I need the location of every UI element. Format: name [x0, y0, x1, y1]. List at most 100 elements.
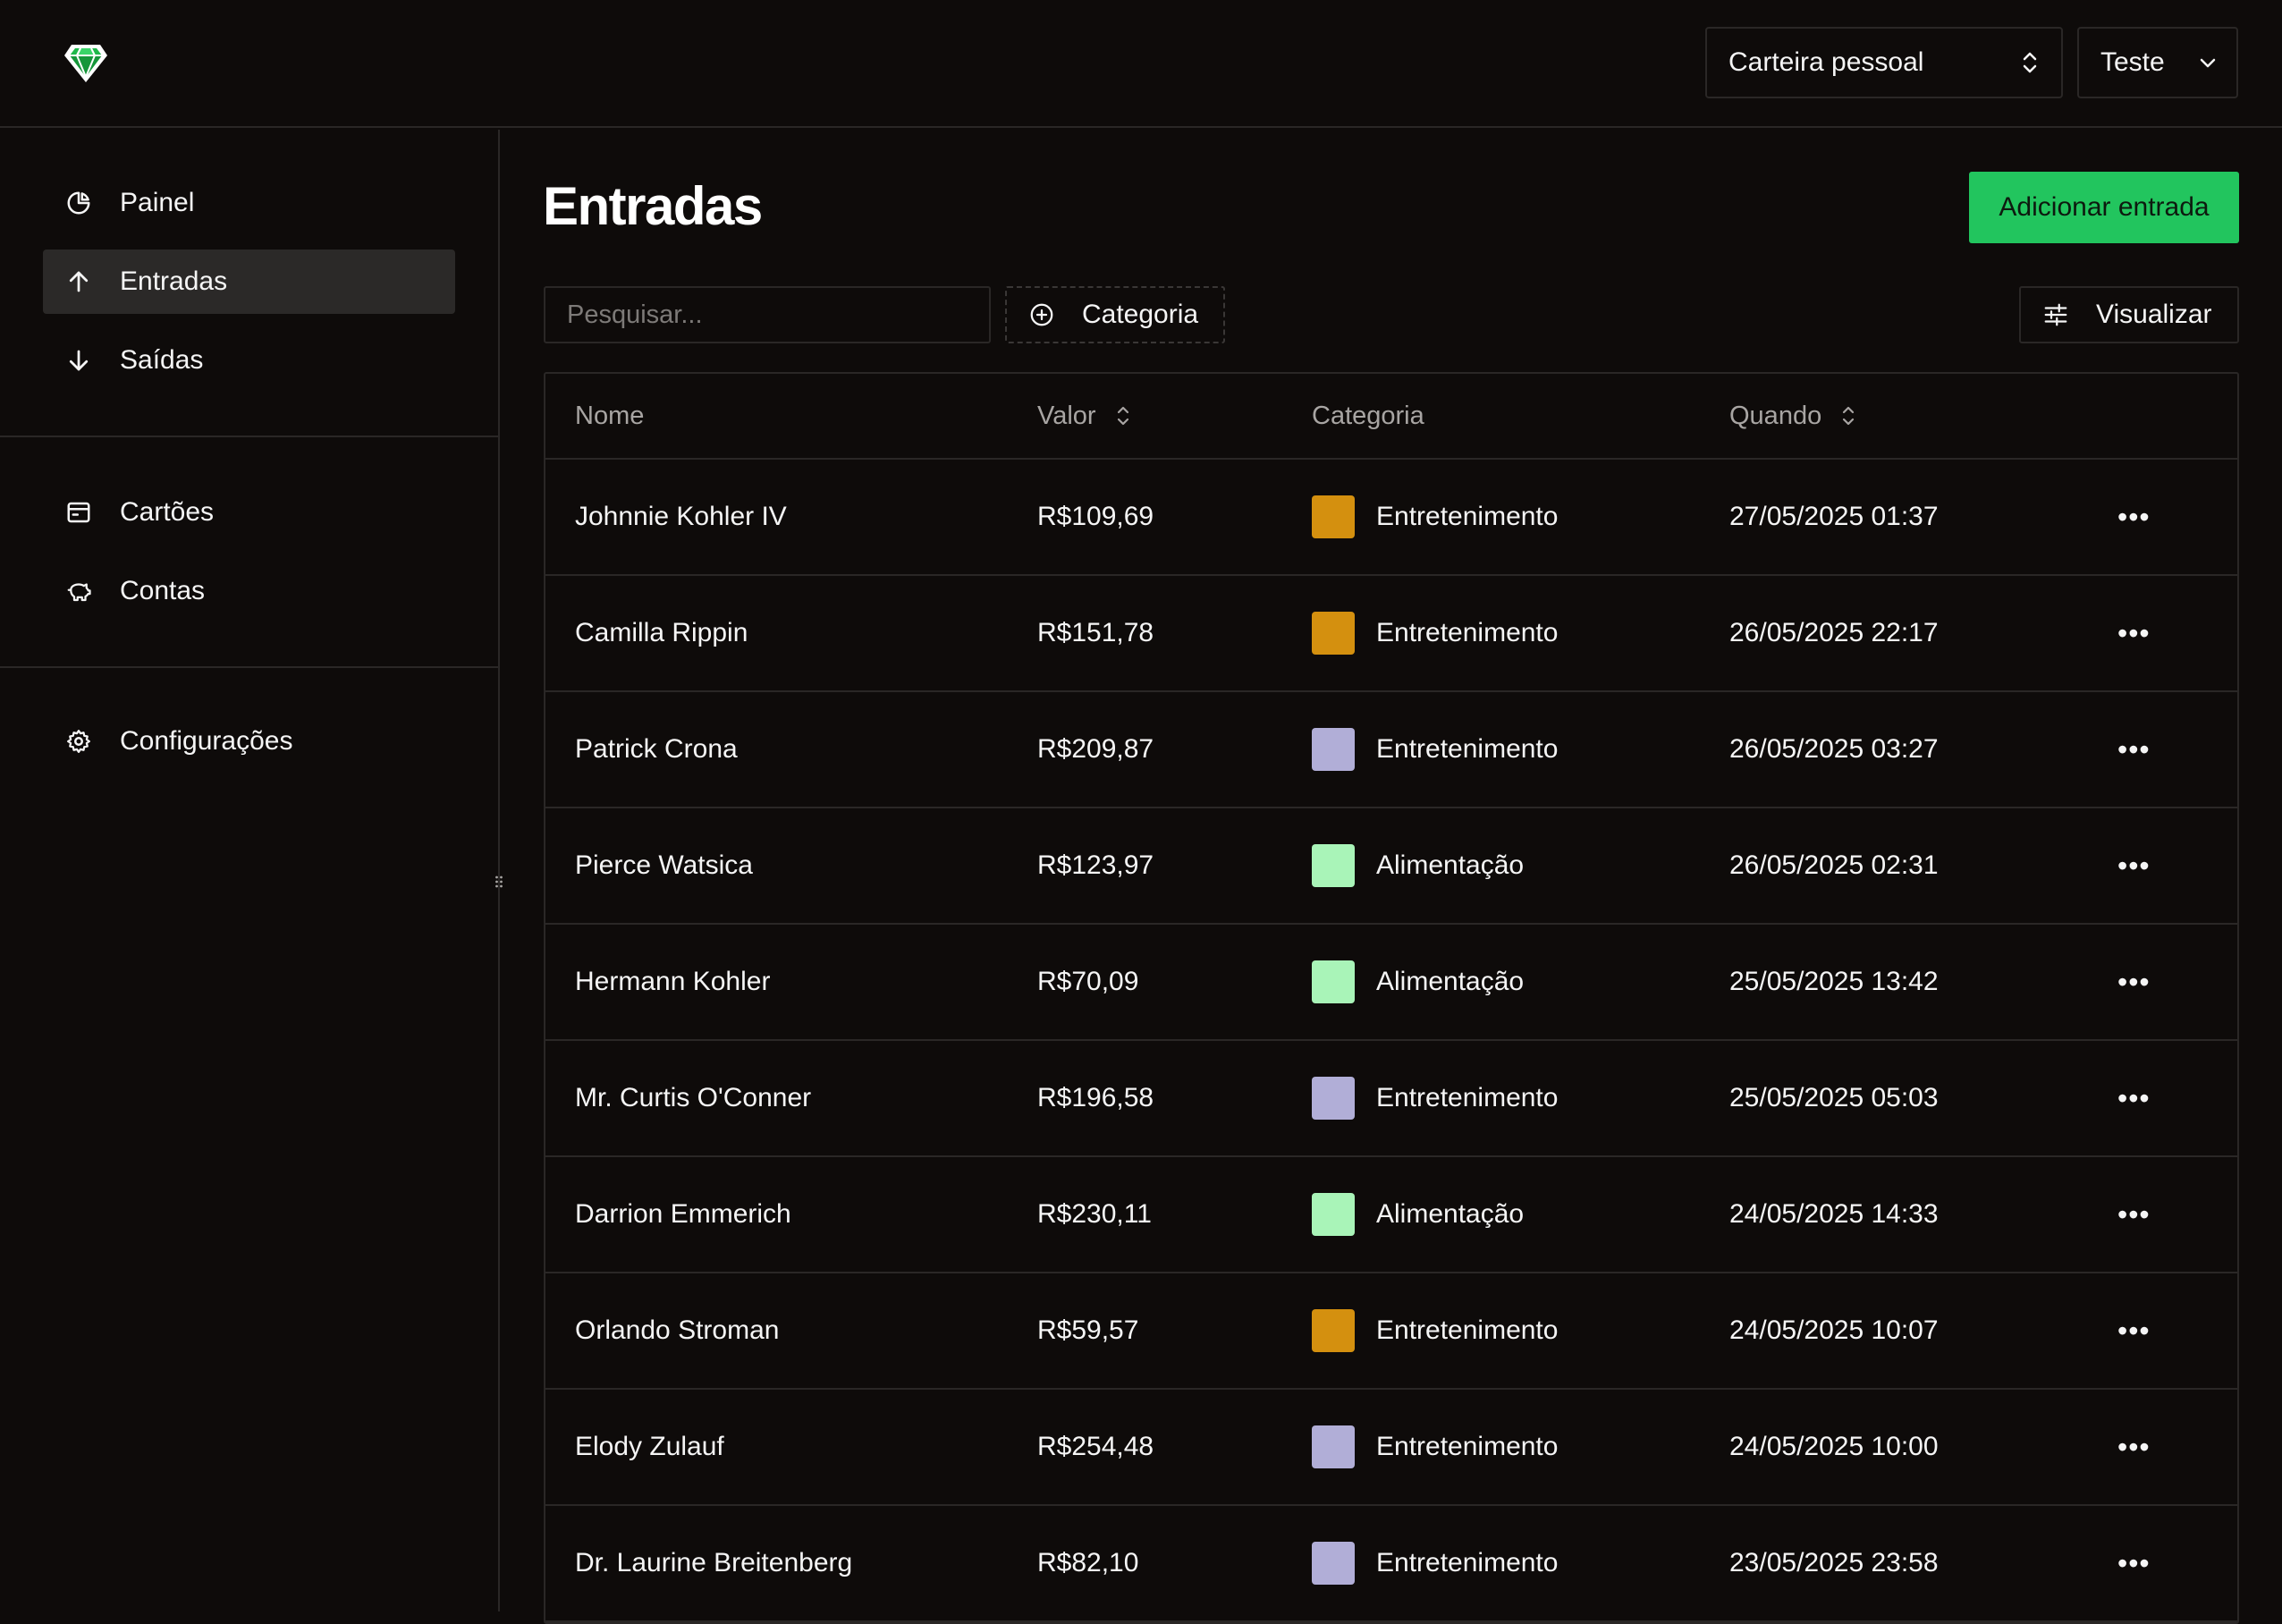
row-name: Camilla Rippin — [575, 618, 748, 647]
row-category-label: Alimentação — [1376, 967, 1525, 996]
search-input[interactable] — [544, 286, 991, 343]
column-header-value[interactable]: Valor — [1037, 402, 1132, 431]
row-value: R$109,69 — [1037, 502, 1154, 531]
sliders-icon — [2042, 301, 2069, 328]
sidebar-item-painel[interactable]: Painel — [43, 171, 455, 235]
column-header-label: Categoria — [1312, 401, 1424, 430]
sidebar-item-cartoes[interactable]: Cartões — [43, 480, 455, 545]
row-when: 27/05/2025 01:37 — [1729, 502, 1939, 531]
sidebar-item-label: Entradas — [120, 266, 228, 296]
column-header-name: Nome — [575, 402, 644, 431]
row-name: Orlando Stroman — [575, 1315, 780, 1345]
row-category-label: Entretenimento — [1376, 618, 1559, 647]
table-row[interactable]: Darrion Emmerich R$230,11 Alimentação 24/05… — [545, 1157, 2237, 1273]
row-value: R$196,58 — [1037, 1083, 1154, 1112]
sort-icon[interactable] — [1114, 403, 1132, 428]
row-category: Alimentação — [1312, 960, 1524, 1003]
add-entry-button[interactable]: Adicionar entrada — [1969, 172, 2239, 243]
row-name: Pierce Watsica — [575, 850, 753, 880]
row-category: Entretenimento — [1312, 612, 1558, 655]
category-color-swatch — [1312, 960, 1355, 1003]
chevron-up-down-icon — [2020, 49, 2040, 76]
plus-circle-icon — [1028, 301, 1055, 328]
view-options-label: Visualizar — [2096, 300, 2212, 329]
row-when: 24/05/2025 14:33 — [1729, 1199, 1939, 1229]
sidebar-item-label: Cartões — [120, 497, 215, 527]
row-category: Entretenimento — [1312, 495, 1558, 538]
card-icon — [64, 498, 93, 527]
category-color-swatch — [1312, 1309, 1355, 1352]
row-when: 26/05/2025 03:27 — [1729, 734, 1939, 764]
row-when: 26/05/2025 22:17 — [1729, 618, 1939, 647]
wallet-select-value: Carteira pessoal — [1728, 47, 1924, 77]
diamond-logo-icon[interactable] — [63, 39, 109, 86]
row-name: Dr. Laurine Breitenberg — [575, 1548, 853, 1577]
category-color-swatch — [1312, 495, 1355, 538]
row-category-label: Entretenimento — [1376, 1315, 1559, 1345]
row-value: R$70,09 — [1037, 967, 1139, 996]
chevron-down-icon — [2197, 52, 2219, 73]
view-options-button[interactable]: Visualizar — [2019, 286, 2239, 343]
sidebar-item-label: Painel — [120, 188, 195, 217]
more-options-icon[interactable]: ••• — [2117, 1549, 2151, 1577]
row-value: R$82,10 — [1037, 1548, 1139, 1577]
row-category: Entretenimento — [1312, 1425, 1558, 1468]
arrow-up-icon — [64, 267, 93, 296]
table-row[interactable]: Mr. Curtis O'Conner R$196,58 Entreteniment… — [545, 1041, 2237, 1157]
sidebar-item-saidas[interactable]: Saídas — [43, 328, 455, 393]
category-color-swatch — [1312, 844, 1355, 887]
category-color-swatch — [1312, 728, 1355, 771]
table-row[interactable]: Johnnie Kohler IV R$109,69 Entretenimento 2… — [545, 460, 2237, 576]
category-filter-label: Categoria — [1082, 300, 1199, 329]
category-filter-button[interactable]: Categoria — [1005, 286, 1225, 343]
row-category-label: Alimentação — [1376, 1199, 1525, 1229]
row-name: Elody Zulauf — [575, 1432, 724, 1461]
row-category-label: Alimentação — [1376, 850, 1525, 880]
row-when: 24/05/2025 10:00 — [1729, 1432, 1939, 1461]
sidebar-item-label: Configurações — [120, 726, 293, 756]
user-select[interactable]: Teste — [2077, 27, 2238, 98]
column-header-when[interactable]: Quando — [1729, 402, 1857, 431]
column-header-label: Quando — [1729, 401, 1822, 430]
table-row[interactable]: Dr. Laurine Breitenberg R$82,10 Entretenim… — [545, 1506, 2237, 1622]
sidebar-resize-handle-icon[interactable] — [492, 872, 506, 895]
sidebar-item-entradas[interactable]: Entradas — [43, 250, 455, 314]
more-options-icon[interactable]: ••• — [2117, 503, 2151, 531]
more-options-icon[interactable]: ••• — [2117, 619, 2151, 647]
entries-table: Nome Valor Categoria Quando Johnnie Kohl… — [544, 372, 2239, 1624]
top-bar: Carteira pessoal Teste — [0, 0, 2282, 128]
row-category: Alimentação — [1312, 1193, 1524, 1236]
more-options-icon[interactable]: ••• — [2117, 1200, 2151, 1229]
row-name: Mr. Curtis O'Conner — [575, 1083, 812, 1112]
more-options-icon[interactable]: ••• — [2117, 968, 2151, 996]
row-when: 25/05/2025 05:03 — [1729, 1083, 1939, 1112]
more-options-icon[interactable]: ••• — [2117, 1433, 2151, 1461]
row-category-label: Entretenimento — [1376, 1432, 1559, 1461]
sidebar-group-main: Painel Entradas Saídas — [0, 171, 498, 407]
row-value: R$230,11 — [1037, 1199, 1152, 1229]
row-category: Entretenimento — [1312, 1542, 1558, 1585]
row-value: R$254,48 — [1037, 1432, 1154, 1461]
table-row[interactable]: Camilla Rippin R$151,78 Entretenimento 26/0… — [545, 576, 2237, 692]
more-options-icon[interactable]: ••• — [2117, 1084, 2151, 1112]
column-header-label: Valor — [1037, 401, 1096, 430]
table-row[interactable]: Pierce Watsica R$123,97 Alimentação 26/05/2… — [545, 808, 2237, 925]
row-value: R$151,78 — [1037, 618, 1154, 647]
sidebar-group-finance: Cartões Contas — [0, 480, 498, 638]
table-row[interactable]: Hermann Kohler R$70,09 Alimentação 25/05/20… — [545, 925, 2237, 1041]
table-row[interactable]: Patrick Crona R$209,87 Entretenimento 26/05… — [545, 692, 2237, 808]
page-title: Entradas — [543, 176, 763, 236]
row-value: R$209,87 — [1037, 734, 1154, 764]
more-options-icon[interactable]: ••• — [2117, 851, 2151, 880]
sort-icon[interactable] — [1839, 403, 1857, 428]
more-options-icon[interactable]: ••• — [2117, 1316, 2151, 1345]
more-options-icon[interactable]: ••• — [2117, 735, 2151, 764]
table-row[interactable]: Elody Zulauf R$254,48 Entretenimento 24/05/… — [545, 1390, 2237, 1506]
table-body: Johnnie Kohler IV R$109,69 Entretenimento 2… — [545, 460, 2237, 1622]
sidebar: Painel Entradas Saídas Cartões Contas Co… — [0, 130, 503, 1611]
sidebar-item-configuracoes[interactable]: Configurações — [43, 709, 455, 774]
table-row[interactable]: Orlando Stroman R$59,57 Entretenimento 24/0… — [545, 1273, 2237, 1390]
category-color-swatch — [1312, 612, 1355, 655]
sidebar-item-contas[interactable]: Contas — [43, 559, 455, 623]
wallet-select[interactable]: Carteira pessoal — [1705, 27, 2063, 98]
